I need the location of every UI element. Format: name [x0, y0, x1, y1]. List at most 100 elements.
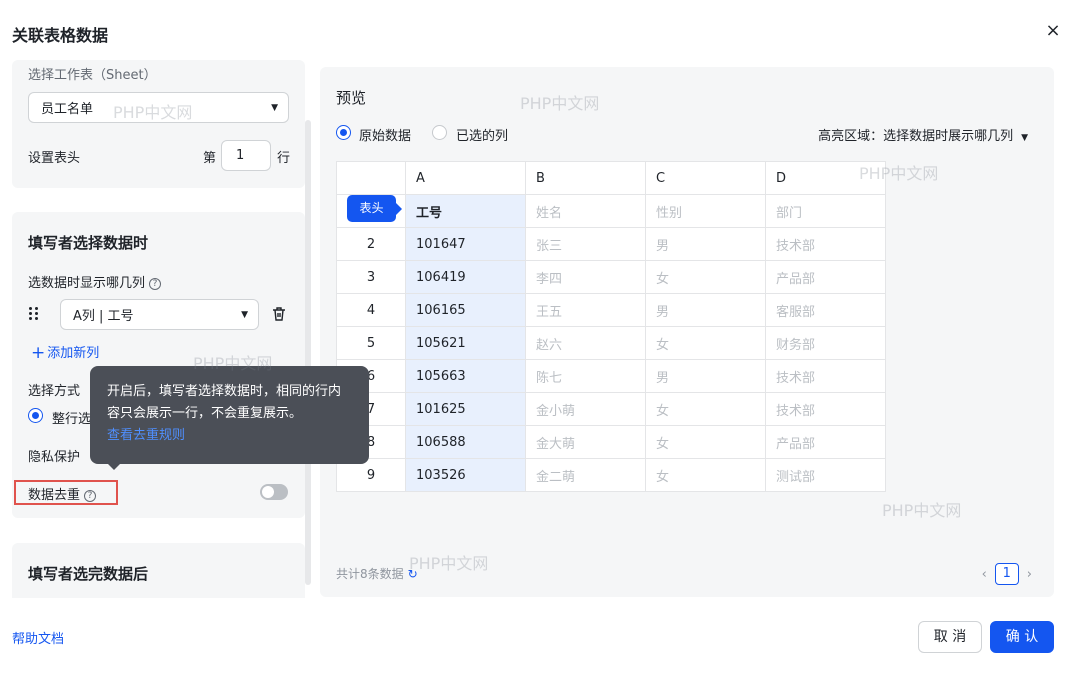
row-number: 5: [336, 326, 406, 360]
cell-id: 105621: [405, 326, 526, 360]
add-column-label: 添加新列: [47, 346, 100, 361]
column-letter: A: [405, 161, 526, 195]
dedup-toggle[interactable]: [260, 484, 288, 500]
cell-name: 陈七: [525, 359, 646, 393]
dedup-rules-link[interactable]: 查看去重规则: [107, 425, 353, 447]
sheet-select-value: 员工名单: [41, 102, 94, 117]
cell-sex: 男: [645, 227, 766, 261]
original-data-label: 原始数据: [359, 129, 412, 144]
row-number: 4: [336, 293, 406, 327]
column-letter-row: A B C D: [336, 161, 886, 195]
preview-title: 预览: [336, 89, 367, 107]
cancel-button[interactable]: 取 消: [918, 621, 982, 653]
settings-panel: 选择工作表（Sheet） 员工名单 ▼ 设置表头 第 1 行 填写者选择数据时 …: [12, 60, 305, 598]
close-icon[interactable]: ×: [1044, 22, 1062, 40]
privacy-label: 隐私保护: [28, 450, 81, 465]
scrollbar[interactable]: [305, 120, 311, 585]
refresh-icon[interactable]: ↻: [408, 567, 418, 581]
table-row: 2 101647 张三男技术部: [336, 227, 886, 261]
cell-name: 金大萌: [525, 425, 646, 459]
cell-id: 106165: [405, 293, 526, 327]
prev-page-icon[interactable]: ‹: [982, 567, 987, 582]
help-docs-link[interactable]: 帮助文档: [12, 628, 64, 647]
mode-label: 选择方式: [28, 384, 81, 399]
header-badge: 表头: [347, 195, 402, 222]
row-number: 2: [336, 227, 406, 261]
cell-sex: 女: [645, 425, 766, 459]
cell-sex: 女: [645, 458, 766, 492]
cell-id: 105663: [405, 359, 526, 393]
cell-dept: 技术部: [765, 227, 886, 261]
cell-dept: 产品部: [765, 425, 886, 459]
row-number: 3: [336, 260, 406, 294]
highlight-area-select[interactable]: 高亮区域：选择数据时展示哪几列 ▼: [818, 125, 1028, 144]
column-letter: D: [765, 161, 886, 195]
header-row-label: 设置表头: [28, 151, 81, 166]
cell-dept: 技术部: [765, 359, 886, 393]
header-row-suffix: 行: [277, 151, 291, 166]
cell-id: 106419: [405, 260, 526, 294]
total-count: 共计8条数据 ↻: [336, 565, 418, 582]
add-column-button[interactable]: + 添加新列: [31, 342, 99, 363]
preview-table: A B C D 工号 姓名 性别 部门 2 101647 张三男技术部 3 10641…: [336, 161, 886, 492]
cell-dept: 技术部: [765, 392, 886, 426]
cell-dept: 客服部: [765, 293, 886, 327]
cell-name: 金小萌: [525, 392, 646, 426]
confirm-button[interactable]: 确 认: [990, 621, 1054, 653]
cell-name: 赵六: [525, 326, 646, 360]
cell-name: 王五: [525, 293, 646, 327]
cell-sex: 女: [645, 392, 766, 426]
next-page-icon[interactable]: ›: [1027, 567, 1032, 582]
cell-name: 金二萌: [525, 458, 646, 492]
sheet-label: 选择工作表（Sheet）: [28, 68, 157, 83]
sheet-select[interactable]: 员工名单 ▼: [28, 92, 289, 123]
header-row-input[interactable]: 1: [221, 140, 271, 171]
dedup-label: 数据去重?: [28, 484, 97, 503]
dedup-tooltip: 开启后，填写者选择数据时，相同的行内容只会展示一行，不会重复展示。 查看去重规则: [90, 366, 369, 470]
header-cell: 工号: [405, 194, 526, 228]
cell-id: 101647: [405, 227, 526, 261]
corner-cell: [336, 161, 406, 195]
selected-cols-radio[interactable]: [432, 125, 447, 140]
drag-handle-icon[interactable]: [29, 307, 39, 321]
column-letter: C: [645, 161, 766, 195]
caret-down-icon: ▼: [241, 309, 248, 320]
select-settings-card: [12, 212, 305, 518]
select-section-title: 填写者选择数据时: [28, 234, 149, 252]
mode-radio[interactable]: [28, 408, 43, 423]
cell-sex: 女: [645, 326, 766, 360]
pagination: ‹ 1 ›: [982, 563, 1032, 585]
cell-sex: 男: [645, 359, 766, 393]
sheet-settings-card: 选择工作表（Sheet） 员工名单 ▼ 设置表头 第 1 行: [12, 60, 305, 188]
cell-name: 张三: [525, 227, 646, 261]
cell-sex: 男: [645, 293, 766, 327]
table-row: 7 101625 金小萌女技术部: [336, 392, 886, 426]
dedup-text: 数据去重: [28, 488, 81, 503]
page-number[interactable]: 1: [994, 563, 1019, 585]
header-cell: 性别: [645, 194, 766, 228]
show-cols-text: 选数据时显示哪几列: [28, 276, 146, 291]
cell-id: 103526: [405, 458, 526, 492]
cell-dept: 测试部: [765, 458, 886, 492]
total-count-text: 共计8条数据: [336, 567, 404, 581]
column-select[interactable]: A列 | 工号 ▼: [60, 299, 259, 330]
table-row: 4 106165 王五男客服部: [336, 293, 886, 327]
cell-sex: 女: [645, 260, 766, 294]
table-row: 6 105663 陈七男技术部: [336, 359, 886, 393]
trash-icon[interactable]: [271, 306, 287, 322]
header-cell: 部门: [765, 194, 886, 228]
original-data-radio[interactable]: [336, 125, 351, 140]
table-header-row: 工号 姓名 性别 部门: [336, 194, 886, 228]
caret-down-icon: ▼: [1021, 133, 1028, 143]
table-row: 5 105621 赵六女财务部: [336, 326, 886, 360]
mode-option-label: 整行选: [52, 412, 92, 427]
table-row: 8 106588 金大萌女产品部: [336, 425, 886, 459]
help-icon[interactable]: ?: [84, 489, 97, 502]
help-icon[interactable]: ?: [149, 277, 162, 290]
cell-name: 李四: [525, 260, 646, 294]
after-section-title: 填写者选完数据后: [28, 565, 149, 583]
caret-down-icon: ▼: [271, 102, 278, 113]
selected-cols-label: 已选的列: [456, 129, 509, 144]
highlight-area-label: 高亮区域：选择数据时展示哪几列: [818, 129, 1014, 144]
table-row: 9 103526 金二萌女测试部: [336, 458, 886, 492]
